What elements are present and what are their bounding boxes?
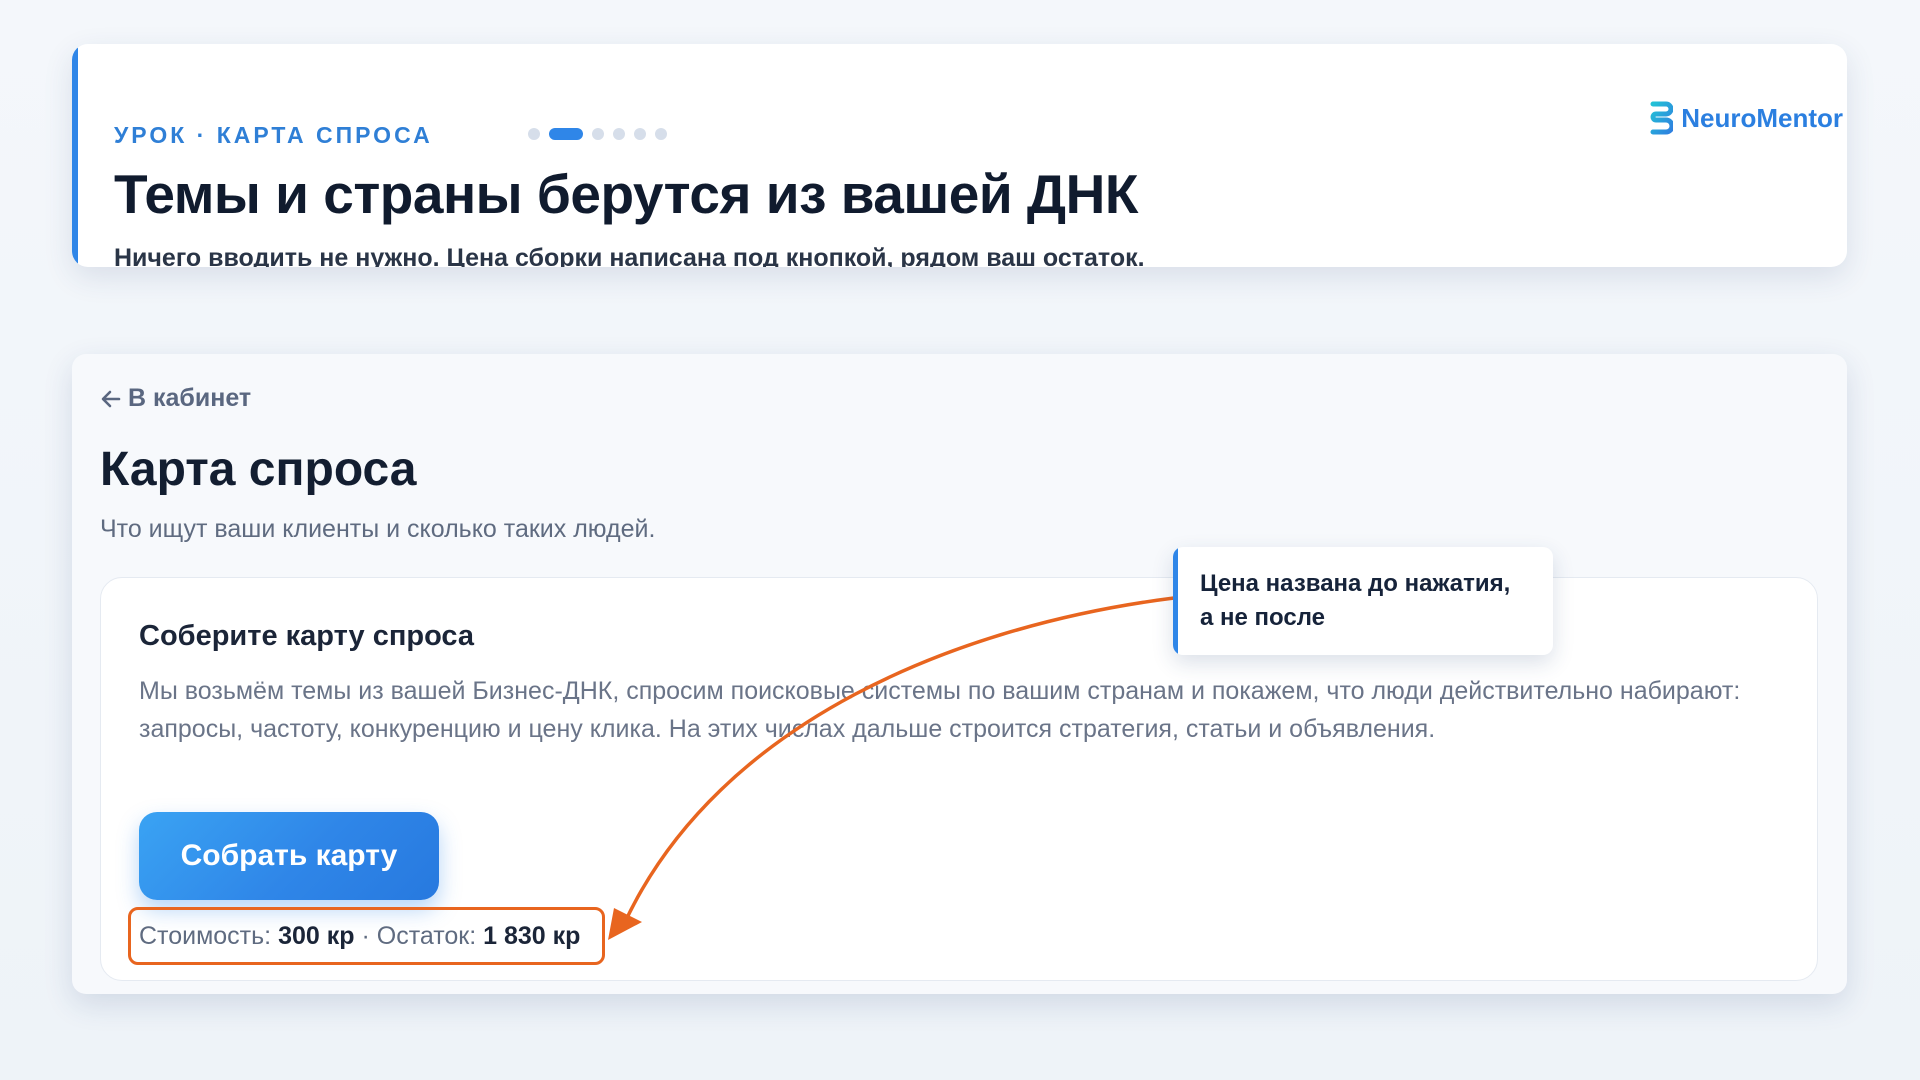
- progress-dot: [613, 128, 625, 140]
- build-map-button[interactable]: Собрать карту: [139, 812, 439, 900]
- card-description: Мы возьмём темы из вашей Бизнес-ДНК, спр…: [139, 677, 1741, 743]
- progress-dot: [655, 128, 667, 140]
- cost-highlight-frame: [128, 907, 605, 965]
- lesson-subtitle: Ничего вводить не нужно. Цена сборки нап…: [114, 244, 1145, 267]
- progress-dot: [592, 128, 604, 140]
- callout-text: Цена названа до нажатия, а не после: [1200, 570, 1511, 631]
- progress-dot: [528, 128, 540, 140]
- progress-dot-active: [549, 128, 583, 140]
- arrow-left-icon: [101, 390, 121, 407]
- annotation-callout: Цена названа до нажатия, а не после: [1173, 547, 1553, 655]
- back-to-cabinet-link[interactable]: В кабинет: [100, 384, 251, 413]
- lesson-header-card: УРОК · КАРТА СПРОСА Темы и страны берутс…: [72, 44, 1847, 267]
- brand-name: NeuroMentor: [1681, 102, 1843, 133]
- back-link-label: В кабинет: [128, 384, 252, 412]
- progress-dot: [634, 128, 646, 140]
- card-title: Соберите карту спроса: [139, 620, 475, 652]
- neuromentor-logo-icon: [1650, 101, 1674, 135]
- lesson-title: Темы и страны берутся из вашей ДНК: [114, 163, 1138, 225]
- page-title: Карта спроса: [100, 443, 417, 496]
- brand-logo: NeuroMentor: [1647, 101, 1843, 135]
- lesson-eyebrow: УРОК · КАРТА СПРОСА: [114, 122, 433, 148]
- lesson-progress-dots: [528, 128, 667, 140]
- page-subtitle: Что ищут ваши клиенты и сколько таких лю…: [100, 515, 656, 543]
- app-panel: В кабинет Карта спроса Что ищут ваши кли…: [72, 354, 1847, 994]
